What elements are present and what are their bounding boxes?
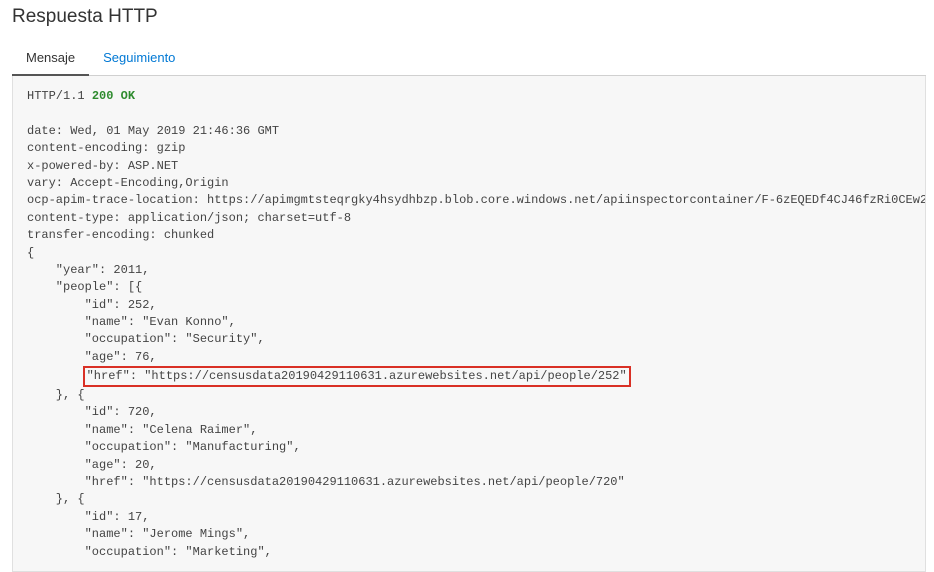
body-p2-id: "id": 720, bbox=[27, 405, 157, 419]
header-content-encoding: content-encoding: gzip bbox=[27, 141, 185, 155]
body-open: { bbox=[27, 246, 34, 260]
body-p2-name: "name": "Celena Raimer", bbox=[27, 423, 257, 437]
protocol: HTTP/1.1 bbox=[27, 89, 85, 103]
header-trace-location: ocp-apim-trace-location: https://apimgmt… bbox=[27, 193, 926, 207]
response-body: HTTP/1.1 200 OK date: Wed, 01 May 2019 2… bbox=[12, 76, 926, 572]
highlighted-href: "href": "https://censusdata2019042911063… bbox=[83, 366, 631, 387]
header-x-powered-by: x-powered-by: ASP.NET bbox=[27, 159, 178, 173]
body-p1-occ: "occupation": "Security", bbox=[27, 332, 265, 346]
body-p1-age: "age": 76, bbox=[27, 350, 157, 364]
body-p1-id: "id": 252, bbox=[27, 298, 157, 312]
tab-trace[interactable]: Seguimiento bbox=[89, 42, 189, 76]
body-p3-occ: "occupation": "Marketing", bbox=[27, 545, 272, 559]
body-year: "year": 2011, bbox=[27, 263, 149, 277]
http-response-panel: Respuesta HTTP Mensaje Seguimiento HTTP/… bbox=[0, 0, 934, 572]
body-p1-href: "href": "https://censusdata2019042911063… bbox=[87, 369, 627, 383]
tabs: Mensaje Seguimiento bbox=[12, 42, 926, 76]
status-code: 200 bbox=[92, 89, 114, 103]
header-date: date: Wed, 01 May 2019 21:46:36 GMT bbox=[27, 124, 279, 138]
body-people-open: "people": [{ bbox=[27, 280, 142, 294]
header-vary: vary: Accept-Encoding,Origin bbox=[27, 176, 229, 190]
header-content-type: content-type: application/json; charset=… bbox=[27, 211, 351, 225]
body-p2-href: "href": "https://censusdata2019042911063… bbox=[27, 475, 625, 489]
body-p3-id: "id": 17, bbox=[27, 510, 149, 524]
panel-title: Respuesta HTTP bbox=[12, 6, 926, 28]
body-p2-close: }, { bbox=[27, 492, 85, 506]
tab-message[interactable]: Mensaje bbox=[12, 42, 89, 76]
body-p2-age: "age": 20, bbox=[27, 458, 157, 472]
body-p3-name: "name": "Jerome Mings", bbox=[27, 527, 250, 541]
body-p1-close: }, { bbox=[27, 388, 85, 402]
body-p2-occ: "occupation": "Manufacturing", bbox=[27, 440, 301, 454]
header-transfer-encoding: transfer-encoding: chunked bbox=[27, 228, 214, 242]
status-text: OK bbox=[121, 89, 135, 103]
body-p1-name: "name": "Evan Konno", bbox=[27, 315, 236, 329]
